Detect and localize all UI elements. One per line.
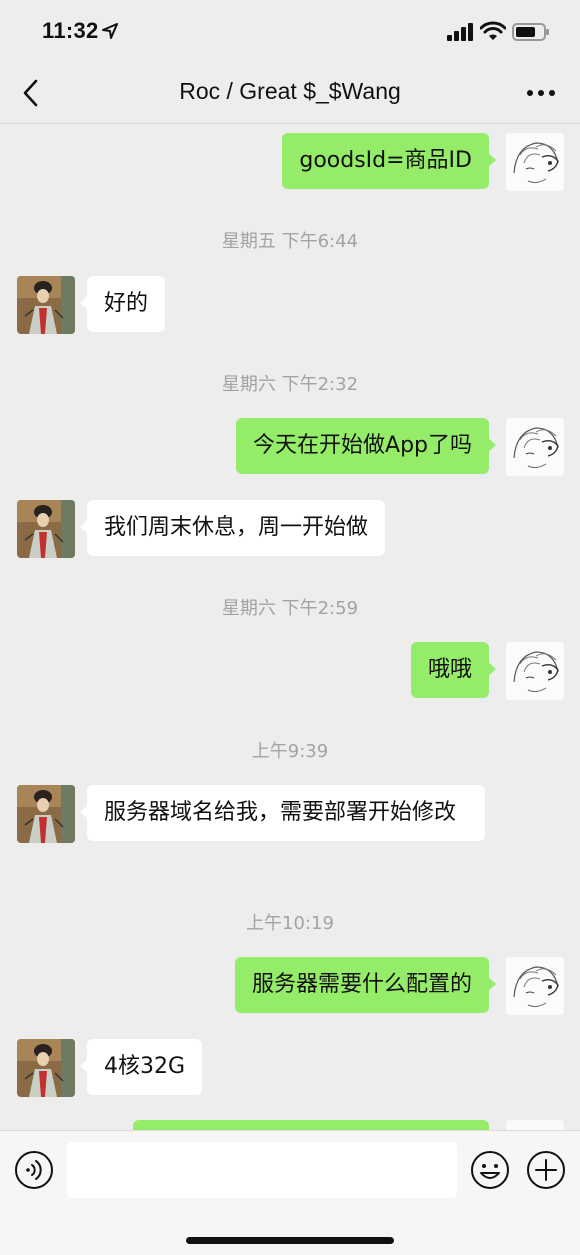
add-more-icon[interactable] [526, 1150, 566, 1190]
message-bubble-received[interactable]: 好的 [79, 276, 166, 332]
message-bubble-sent[interactable]: 今天在开始做App了吗 [236, 418, 496, 474]
status-bar: 11:32 [0, 0, 580, 62]
message-timestamp: 上午10:19 [246, 913, 334, 934]
cellular-signal-icon [447, 23, 473, 41]
portrait-avatar-icon [17, 276, 75, 334]
self-avatar[interactable] [506, 957, 564, 1015]
message-input-bar [0, 1130, 580, 1255]
message-bubble-sent[interactable]: 哦哦 [410, 642, 497, 698]
anime-avatar-icon [506, 642, 564, 700]
self-avatar[interactable] [506, 418, 564, 476]
contact-avatar[interactable] [17, 1039, 75, 1097]
wifi-icon [480, 21, 506, 40]
contact-avatar[interactable] [17, 276, 75, 334]
message-text-input[interactable] [67, 1142, 457, 1198]
message-timestamp: 上午9:39 [251, 741, 329, 762]
status-time: 11:32 [42, 18, 99, 43]
message-bubble-received[interactable]: 我们周末休息，周一开始做 [79, 500, 386, 556]
anime-avatar-icon [506, 957, 564, 1015]
message-bubble-sent[interactable]: 服务器需要什么配置的 [234, 957, 497, 1013]
message-bubble-sent[interactable]: goodsId=商品ID [282, 133, 496, 189]
location-arrow-icon [102, 23, 118, 39]
message-bubble-received[interactable]: 服务器域名给我，需要部署开始修改 [80, 785, 485, 841]
self-avatar-partial [506, 1120, 564, 1130]
message-timestamp: 星期六 下午2:59 [221, 598, 359, 619]
home-indicator [186, 1237, 394, 1244]
nav-bar: Roc / Great $_$Wang [0, 62, 580, 124]
chat-message-list[interactable]: goodsId=商品ID 星期五 下午6:44 好的 星期六 下午2:32 今天… [0, 125, 580, 1130]
emoji-icon[interactable] [470, 1150, 510, 1190]
self-avatar[interactable] [506, 133, 564, 191]
more-options-icon[interactable] [524, 80, 558, 106]
message-timestamp: 星期六 下午2:32 [221, 374, 359, 395]
self-avatar[interactable] [506, 642, 564, 700]
contact-avatar[interactable] [17, 785, 75, 843]
anime-avatar-icon [506, 133, 564, 191]
anime-avatar-icon [506, 418, 564, 476]
contact-avatar[interactable] [17, 500, 75, 558]
message-bubble-received[interactable]: 4核32G [79, 1039, 203, 1095]
voice-input-icon[interactable] [14, 1150, 54, 1190]
portrait-avatar-icon [17, 785, 75, 843]
message-timestamp: 星期五 下午6:44 [221, 231, 359, 252]
battery-icon [512, 23, 549, 41]
portrait-avatar-icon [17, 1039, 75, 1097]
portrait-avatar-icon [17, 500, 75, 558]
chat-title: Roc / Great $_$Wang [179, 78, 401, 104]
message-bubble-sent-partial[interactable] [133, 1120, 489, 1130]
